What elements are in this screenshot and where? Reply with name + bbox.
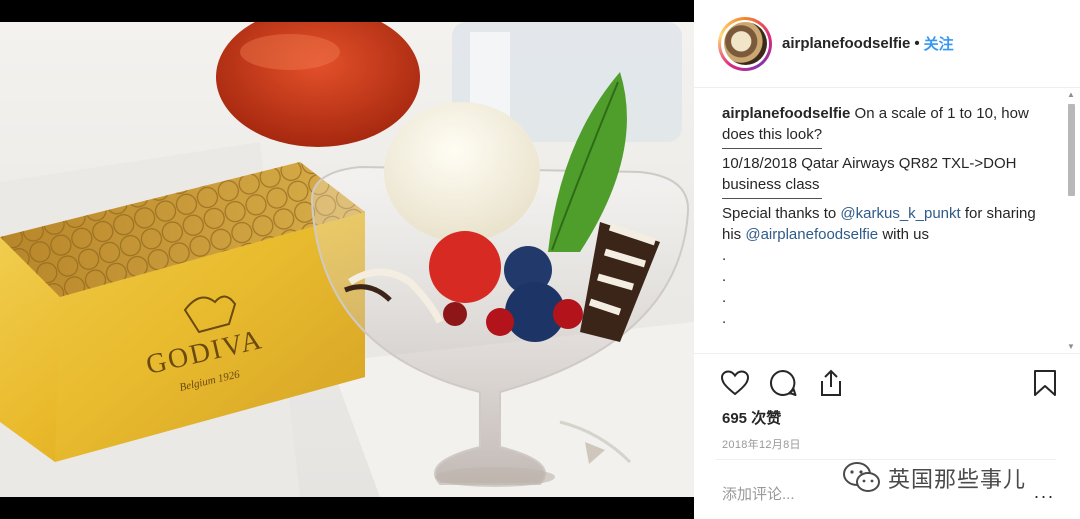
caption-thanks-suffix: with us [878, 226, 930, 243]
post-panel: airplanefoodselfie • 关注 airplanefoodself… [694, 0, 1080, 519]
caption-dot: . [722, 247, 727, 264]
caption-dot: . [722, 310, 727, 327]
post-actions: 695 次赞 2018年12月8日 添加评论... 英国那些事儿 ... [694, 353, 1080, 519]
share-icon[interactable] [816, 368, 846, 398]
scrollbar-thumb[interactable] [1068, 104, 1075, 196]
avatar-image [723, 22, 767, 65]
mention-link-airplanefoodselfie[interactable]: @airplanefoodselfie [745, 226, 878, 243]
caption-divider [722, 148, 822, 149]
scroll-down-icon[interactable]: ▼ [1066, 342, 1076, 352]
wechat-icon [843, 462, 880, 492]
follow-button[interactable]: 关注 [924, 33, 954, 54]
more-options-button[interactable]: ... [1034, 482, 1055, 503]
scroll-up-icon[interactable]: ▲ [1066, 90, 1076, 100]
post-photo-pane: GODIVA Belgium 1926 [0, 0, 694, 519]
watermark: 英国那些事儿 [842, 461, 1026, 495]
caption-scrollbar[interactable]: ▲ ▼ [1066, 90, 1076, 352]
caption-dot: . [722, 268, 727, 285]
caption-divider [722, 198, 822, 199]
mention-link-karkus[interactable]: @karkus_k_punkt [840, 205, 960, 222]
caption-username[interactable]: airplanefoodselfie [722, 105, 850, 122]
bookmark-icon[interactable] [1030, 368, 1060, 398]
separator-dot: • [914, 35, 920, 52]
caption-line2: 10/18/2018 Qatar Airways QR82 TXL->DOH b… [722, 155, 1017, 193]
post-caption: airplanefoodselfie On a scale of 1 to 10… [722, 103, 1052, 353]
comment-divider [716, 459, 1056, 460]
heart-icon[interactable] [720, 368, 750, 398]
comment-input[interactable]: 添加评论... [722, 483, 795, 504]
avatar[interactable] [718, 16, 772, 71]
post-header: airplanefoodselfie • 关注 [694, 0, 1080, 88]
watermark-text: 英国那些事儿 [888, 467, 1027, 492]
caption-dot: . [722, 289, 727, 306]
username-link[interactable]: airplanefoodselfie [782, 35, 910, 52]
post-photo[interactable]: GODIVA Belgium 1926 [0, 22, 694, 497]
caption-thanks-prefix: Special thanks to [722, 205, 841, 222]
post-date: 2018年12月8日 [722, 439, 801, 451]
likes-count[interactable]: 695 次赞 [722, 407, 781, 428]
dessert-photo-illustration: GODIVA Belgium 1926 [0, 22, 694, 497]
comment-icon[interactable] [768, 368, 798, 398]
